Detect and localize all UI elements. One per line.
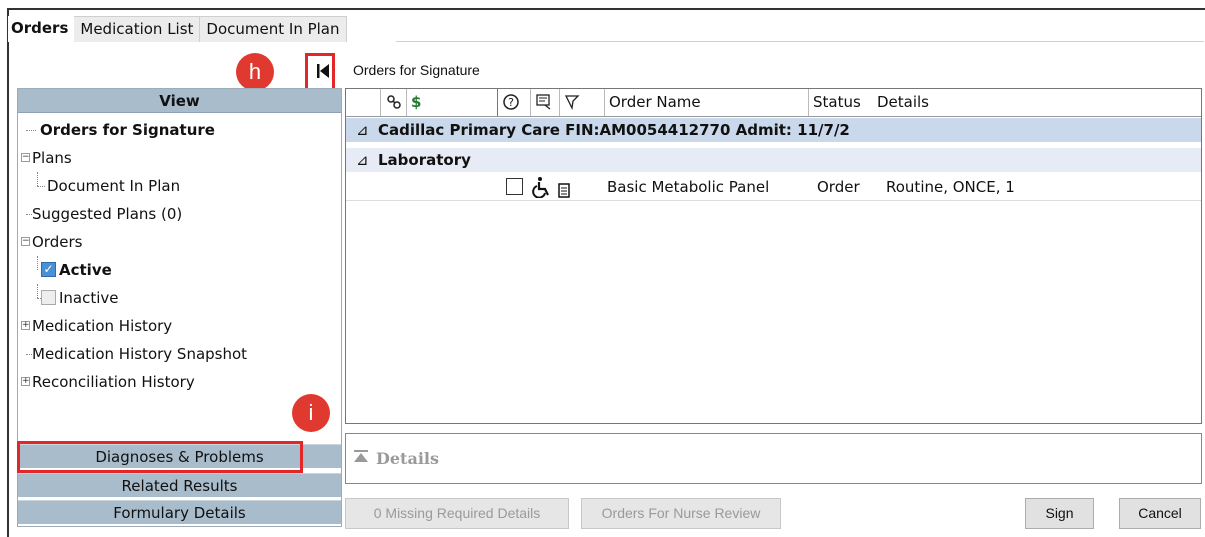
related-results-bar[interactable]: Related Results (18, 473, 341, 497)
col-cost[interactable]: $ (406, 89, 496, 116)
expand-up-icon[interactable] (352, 449, 370, 469)
tree-label: Medication History Snapshot (32, 345, 248, 363)
annotation-badge-i: i (292, 394, 330, 432)
svg-text:?: ? (508, 96, 514, 109)
tab-medication-list[interactable]: Medication List (74, 16, 201, 42)
tree-item-reconciliation-history[interactable]: + Reconciliation History (20, 368, 340, 396)
cancel-button[interactable]: Cancel (1119, 498, 1201, 529)
tab-divider (396, 41, 1204, 42)
col-status[interactable]: Status (808, 89, 872, 116)
flag-icon (564, 95, 580, 111)
orders-for-signature-title: Orders for Signature (353, 62, 480, 78)
group-label: Cadillac Primary Care FIN:AM0054412770 A… (378, 121, 850, 139)
tab-document-in-plan[interactable]: Document In Plan (200, 16, 347, 42)
collapse-triangle-icon[interactable]: ⊿ (356, 118, 369, 142)
collapse-triangle-icon[interactable]: ⊿ (356, 148, 369, 172)
tree-item-medication-history-snapshot[interactable]: Medication History Snapshot (20, 340, 340, 368)
tree-item-medication-history[interactable]: + Medication History (20, 312, 340, 340)
grid-header: $ ? Order Name Status Details (346, 89, 1201, 117)
document-icon (558, 179, 570, 207)
expand-icon[interactable]: + (21, 321, 30, 330)
tree-label: Active (59, 261, 112, 279)
tree-item-active[interactable]: ✓ Active (20, 256, 340, 284)
tree-label: Orders for Signature (40, 121, 215, 139)
col-review[interactable] (530, 89, 558, 116)
active-checkbox[interactable]: ✓ (41, 262, 56, 277)
tree-item-document-in-plan[interactable]: Document In Plan (20, 172, 340, 200)
group-label: Laboratory (378, 151, 471, 169)
col-details[interactable]: Details (873, 89, 1201, 116)
view-header: View (18, 89, 341, 113)
details-cell: Routine, ONCE, 1 (886, 178, 1015, 196)
tree-item-plans[interactable]: − Plans (20, 144, 340, 172)
laboratory-group-row[interactable]: ⊿ Laboratory (346, 148, 1201, 172)
tree-label: Suggested Plans (0) (32, 205, 183, 223)
wheelchair-icon (531, 176, 553, 207)
details-section[interactable]: Details (345, 433, 1202, 484)
collapse-panel-button[interactable] (313, 58, 333, 84)
tab-orders[interactable]: Orders (8, 16, 75, 42)
orders-grid: $ ? Order Name Status Details ⊿ Cadillac… (345, 88, 1202, 424)
details-label: Details (376, 449, 439, 468)
expand-icon[interactable]: + (21, 377, 30, 386)
tree-label: Medication History (32, 317, 173, 335)
tree-item-suggested-plans[interactable]: Suggested Plans (0) (20, 200, 340, 228)
tree-item-orders-for-signature[interactable]: Orders for Signature (20, 116, 340, 144)
col-help[interactable]: ? (497, 89, 529, 116)
link-icon (387, 95, 401, 109)
collapse-icon[interactable]: − (21, 153, 30, 162)
tree-label: Document In Plan (47, 177, 181, 195)
tree-label: Inactive (59, 289, 119, 307)
tree-label: Reconciliation History (32, 373, 195, 391)
col-link[interactable] (380, 89, 405, 116)
patient-group-row[interactable]: ⊿ Cadillac Primary Care FIN:AM0054412770… (346, 118, 1201, 142)
tree-label: Plans (32, 149, 72, 167)
question-icon: ? (503, 94, 519, 110)
view-tree: Orders for Signature − Plans Document In… (20, 116, 340, 396)
col-flag[interactable] (559, 89, 603, 116)
table-row[interactable]: Basic Metabolic Panel Order Routine, ONC… (346, 173, 1201, 201)
annotation-badge-h: h (236, 53, 274, 91)
col-order-name[interactable]: Order Name (604, 89, 807, 116)
collapse-icon[interactable]: − (21, 237, 30, 246)
tab-strip: Orders Medication List Document In Plan (8, 16, 347, 42)
tree-label: Orders (32, 233, 83, 251)
inactive-checkbox[interactable] (41, 290, 56, 305)
orders-for-nurse-review-button[interactable]: Orders For Nurse Review (581, 498, 781, 529)
formulary-details-bar[interactable]: Formulary Details (18, 500, 341, 524)
tree-item-orders[interactable]: − Orders (20, 228, 340, 256)
tree-item-inactive[interactable]: Inactive (20, 284, 340, 312)
order-checkbox[interactable] (506, 178, 523, 195)
sign-button[interactable]: Sign (1025, 498, 1094, 529)
status-cell: Order (817, 178, 860, 196)
missing-required-details-button[interactable]: 0 Missing Required Details (345, 498, 569, 529)
review-icon (536, 94, 551, 110)
annotation-highlight-i (17, 441, 303, 473)
order-name-cell: Basic Metabolic Panel (607, 178, 770, 196)
skip-left-icon (317, 64, 329, 78)
